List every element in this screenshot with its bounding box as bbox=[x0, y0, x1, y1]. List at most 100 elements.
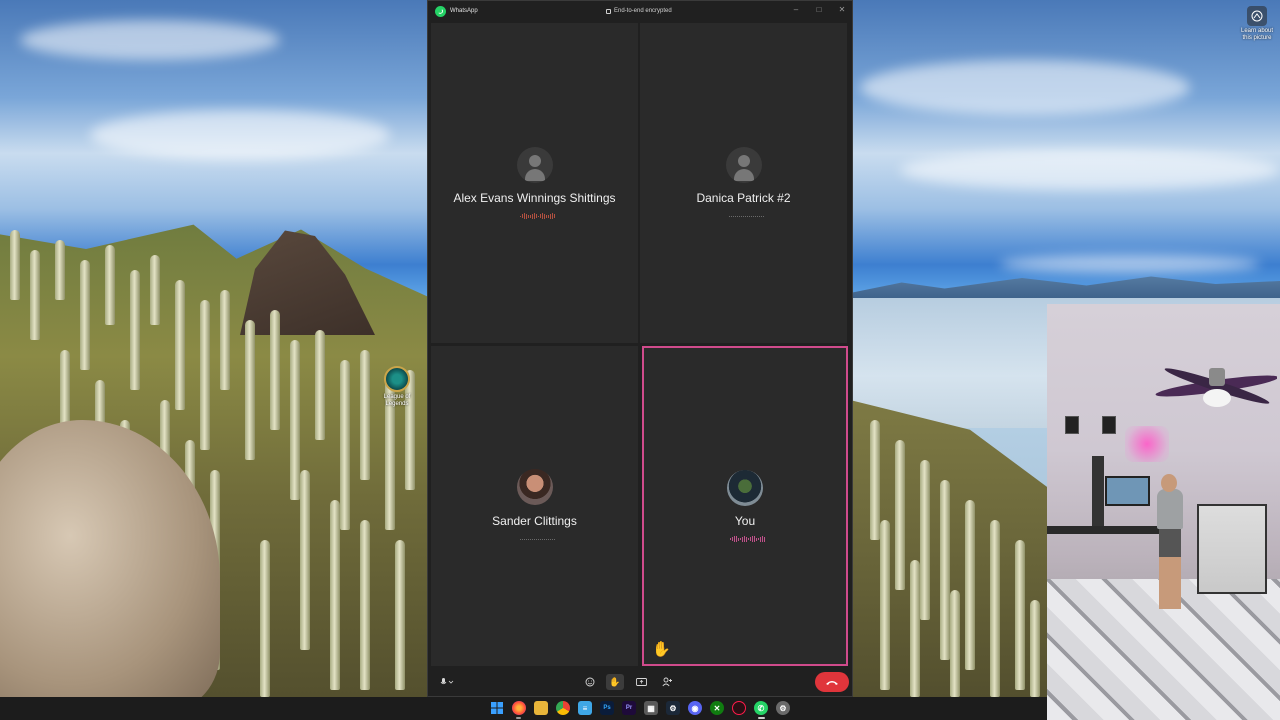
desktop-shortcut[interactable]: League of Legends bbox=[377, 366, 417, 408]
cactus bbox=[260, 540, 270, 697]
default-avatar-icon bbox=[517, 147, 553, 183]
default-avatar-icon bbox=[726, 147, 762, 183]
shelf bbox=[1197, 504, 1267, 594]
participant-tile[interactable]: Sander Clittings bbox=[431, 346, 638, 666]
cactus bbox=[940, 480, 950, 660]
profile-photo bbox=[727, 470, 763, 506]
steam-icon[interactable]: ⚙ bbox=[666, 701, 680, 715]
whatsapp-call-window: WhatsApp End-to-end encrypted – □ ✕ Alex… bbox=[427, 0, 853, 697]
cactus bbox=[150, 255, 160, 325]
raise-hand-icon: ✋ bbox=[609, 676, 621, 687]
microphone-button[interactable] bbox=[434, 674, 460, 690]
cloud bbox=[90, 110, 390, 160]
learn-about-picture-button[interactable]: Learn about this picture bbox=[1238, 6, 1276, 42]
lock-icon bbox=[606, 8, 611, 14]
cloud bbox=[20, 20, 280, 60]
camera-icon bbox=[1247, 6, 1267, 26]
participant-tile-you[interactable]: You ✋ bbox=[642, 346, 848, 666]
discord-icon[interactable]: ◉ bbox=[688, 701, 702, 715]
vertical-monitor bbox=[1092, 456, 1104, 526]
cloud bbox=[900, 150, 1280, 190]
opera-gx-icon[interactable] bbox=[732, 701, 746, 715]
cactus bbox=[870, 420, 880, 540]
cactus bbox=[360, 350, 370, 480]
participant-name: Alex Evans Winnings Shittings bbox=[453, 191, 616, 205]
cactus bbox=[1015, 540, 1025, 690]
cactus bbox=[55, 240, 65, 300]
notepad-icon[interactable]: ≡ bbox=[578, 701, 592, 715]
emoji-button[interactable] bbox=[581, 674, 599, 690]
cloud bbox=[1000, 255, 1260, 273]
cactus bbox=[200, 300, 210, 450]
calculator-icon[interactable]: ▦ bbox=[644, 701, 658, 715]
cactus bbox=[395, 540, 405, 690]
participant-tile[interactable]: Danica Patrick #2 bbox=[640, 23, 847, 343]
audio-waveform bbox=[729, 213, 764, 219]
participant-name: You bbox=[734, 514, 756, 528]
maximize-icon[interactable]: □ bbox=[813, 4, 825, 16]
end-call-icon bbox=[826, 680, 838, 685]
cactus bbox=[290, 340, 300, 500]
cactus bbox=[315, 330, 325, 440]
whatsapp-icon[interactable]: ✆ bbox=[754, 701, 768, 715]
running-indicator bbox=[516, 717, 521, 719]
file-explorer-icon[interactable] bbox=[534, 701, 548, 715]
cactus bbox=[220, 290, 230, 390]
end-call-button[interactable] bbox=[815, 672, 849, 692]
cactus bbox=[10, 230, 20, 300]
raise-hand-button[interactable]: ✋ bbox=[606, 674, 624, 690]
minimize-icon[interactable]: – bbox=[790, 4, 802, 16]
running-indicator bbox=[758, 717, 765, 719]
wall-poster bbox=[1065, 416, 1079, 434]
cloud bbox=[860, 60, 1190, 115]
cactus bbox=[920, 460, 930, 620]
cactus bbox=[80, 260, 90, 370]
person bbox=[1157, 489, 1183, 529]
wall-poster bbox=[1102, 416, 1116, 434]
monitor bbox=[1105, 476, 1150, 506]
participant-name: Sander Clittings bbox=[492, 514, 577, 528]
ceiling-fan bbox=[1147, 364, 1279, 414]
add-people-icon bbox=[661, 677, 672, 687]
profile-photo bbox=[517, 469, 553, 505]
title-bar[interactable]: WhatsApp End-to-end encrypted – □ ✕ bbox=[428, 1, 852, 21]
audio-waveform bbox=[520, 536, 555, 542]
desk bbox=[1047, 526, 1167, 534]
participant-name: Danica Patrick #2 bbox=[696, 191, 791, 205]
participant-tile[interactable]: Alex Evans Winnings Shittings bbox=[431, 23, 638, 343]
windows-start-icon[interactable] bbox=[490, 701, 504, 715]
cactus bbox=[130, 270, 140, 390]
whatsapp-logo-icon bbox=[435, 5, 446, 17]
cactus bbox=[105, 245, 115, 325]
person-head bbox=[1161, 474, 1177, 492]
cactus bbox=[990, 520, 1000, 697]
share-screen-icon bbox=[635, 677, 647, 686]
close-icon[interactable]: ✕ bbox=[836, 4, 848, 16]
photoshop-icon[interactable]: Ps bbox=[600, 701, 614, 715]
audio-waveform bbox=[730, 536, 765, 542]
webcam-overlay bbox=[1047, 304, 1280, 720]
cactus bbox=[270, 310, 280, 430]
cactus bbox=[175, 280, 185, 410]
settings-icon[interactable]: ⚙ bbox=[776, 701, 790, 715]
call-controls-bar: ✋ bbox=[428, 668, 852, 697]
xbox-icon[interactable]: ✕ bbox=[710, 701, 724, 715]
cactus bbox=[360, 520, 370, 690]
premiere-icon[interactable]: Pr bbox=[622, 701, 636, 715]
firefox-icon[interactable] bbox=[512, 701, 526, 715]
encryption-indicator: End-to-end encrypted bbox=[606, 1, 672, 21]
app-name: WhatsApp bbox=[450, 8, 478, 14]
cactus bbox=[910, 560, 920, 697]
cactus bbox=[965, 500, 975, 670]
encryption-label: End-to-end encrypted bbox=[614, 8, 672, 14]
share-screen-button[interactable] bbox=[632, 674, 650, 690]
cactus bbox=[895, 440, 905, 590]
chrome-icon[interactable] bbox=[556, 701, 570, 715]
shortcut-label: League of Legends bbox=[383, 394, 411, 407]
raised-hand-icon: ✋ bbox=[652, 641, 671, 658]
neon-sign bbox=[1125, 426, 1169, 462]
cactus bbox=[245, 320, 255, 460]
add-people-button[interactable] bbox=[658, 674, 676, 690]
league-of-legends-icon bbox=[384, 366, 410, 392]
audio-waveform bbox=[520, 213, 555, 219]
